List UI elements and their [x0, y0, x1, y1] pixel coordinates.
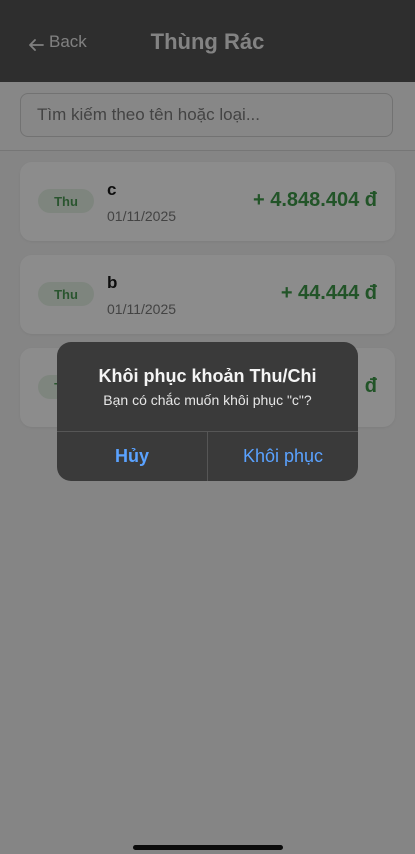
- cancel-button[interactable]: Hủy: [57, 432, 207, 481]
- home-indicator[interactable]: [133, 845, 283, 850]
- dialog-message: Bạn có chắc muốn khôi phục "c"?: [103, 392, 312, 408]
- restore-button[interactable]: Khôi phục: [208, 432, 358, 481]
- restore-dialog: Khôi phục khoản Thu/Chi Bạn có chắc muốn…: [57, 342, 358, 481]
- dialog-title: Khôi phục khoản Thu/Chi: [98, 366, 317, 386]
